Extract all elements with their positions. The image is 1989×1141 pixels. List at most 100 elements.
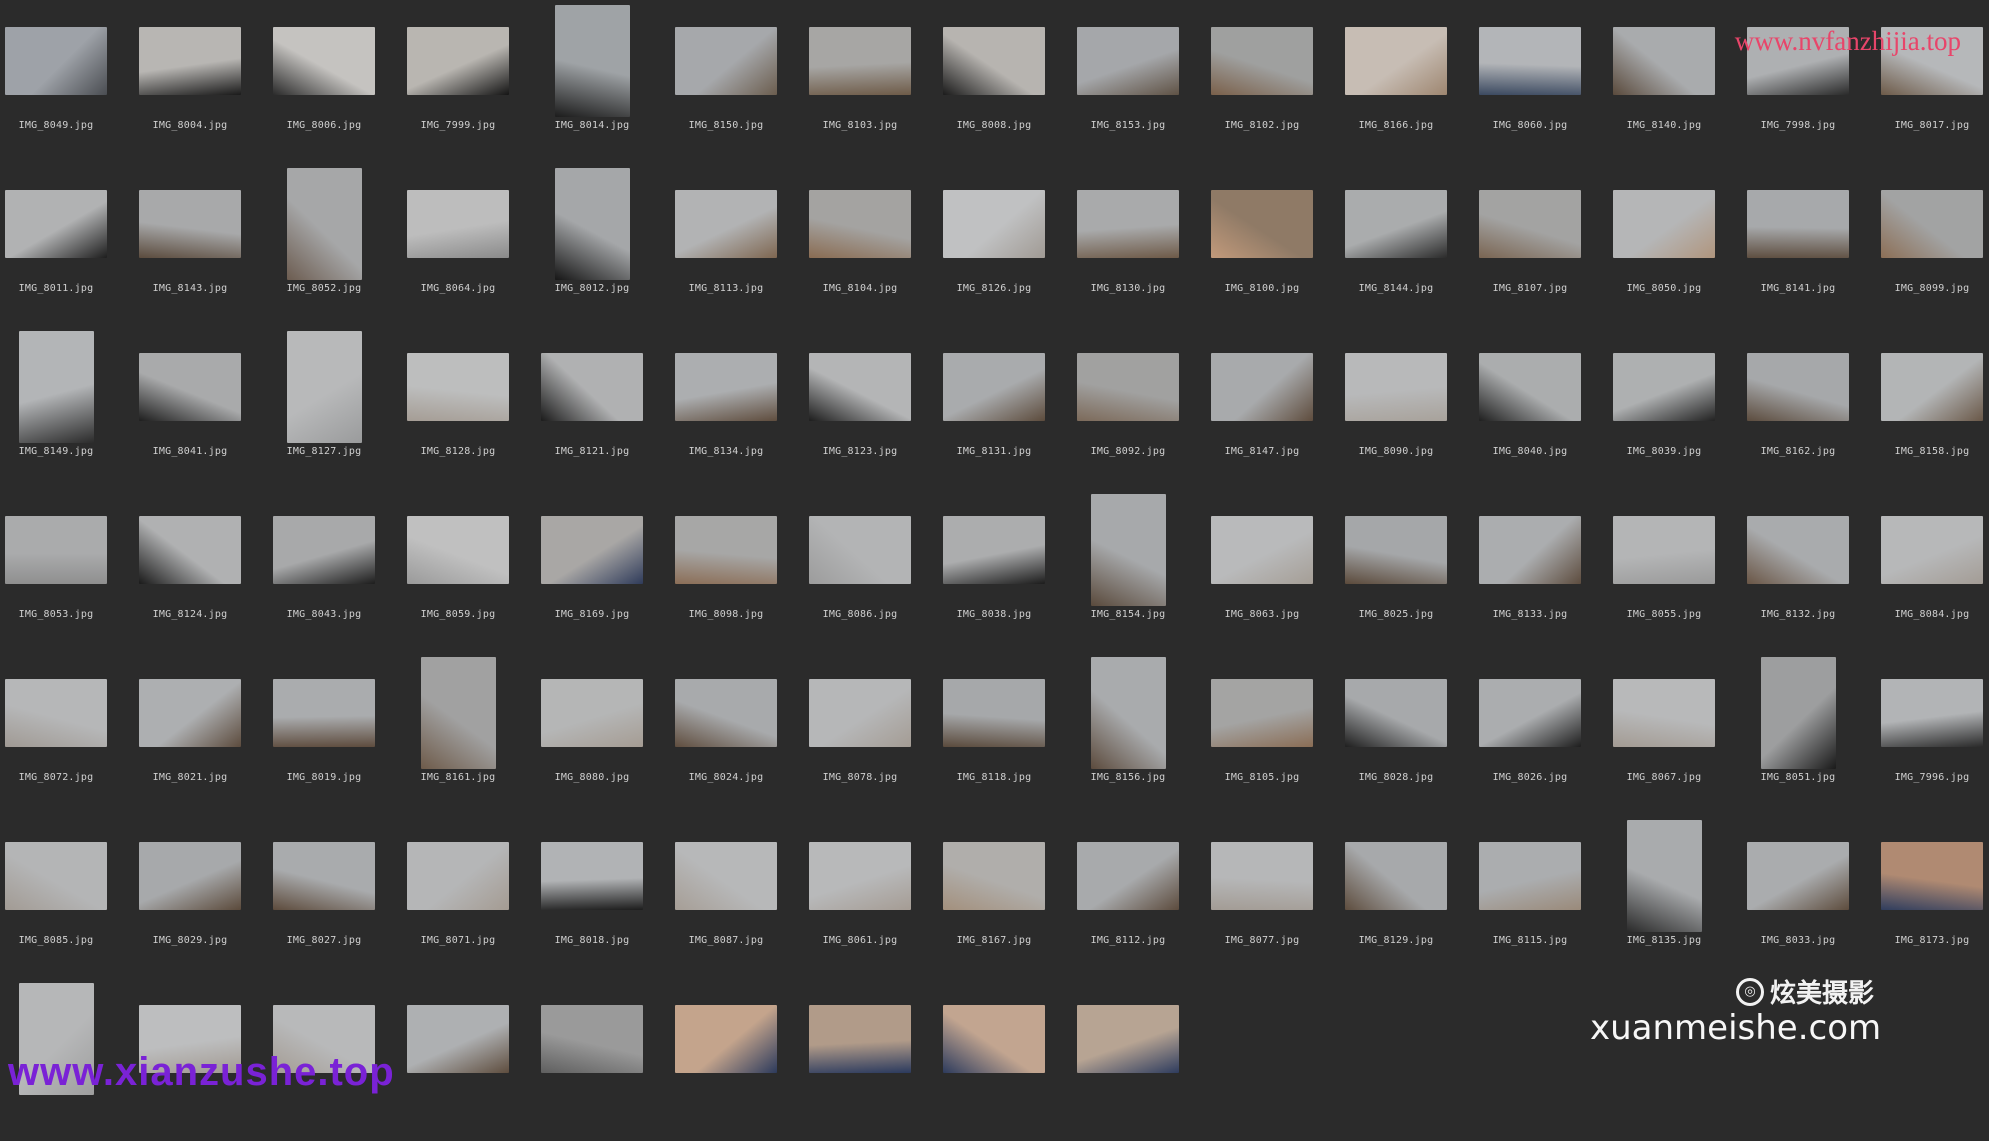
image-thumbnail[interactable]	[675, 189, 777, 258]
image-thumbnail[interactable]	[554, 167, 630, 280]
file-item[interactable]: IMG_8063.jpg	[1206, 489, 1340, 652]
image-thumbnail[interactable]	[273, 515, 375, 584]
image-thumbnail[interactable]	[1613, 515, 1715, 584]
image-thumbnail[interactable]	[286, 167, 362, 280]
image-thumbnail[interactable]	[809, 678, 911, 747]
image-thumbnail[interactable]	[1077, 1004, 1179, 1073]
image-thumbnail[interactable]	[139, 515, 241, 584]
image-thumbnail[interactable]	[18, 330, 94, 443]
image-thumbnail[interactable]	[1211, 26, 1313, 95]
image-thumbnail[interactable]	[675, 841, 777, 910]
image-thumbnail[interactable]	[943, 841, 1045, 910]
file-item[interactable]: IMG_8150.jpg	[670, 0, 804, 163]
file-item[interactable]: IMG_8147.jpg	[1206, 326, 1340, 489]
file-item[interactable]: IMG_8021.jpg	[134, 652, 268, 815]
image-thumbnail[interactable]	[1881, 841, 1983, 910]
image-thumbnail[interactable]	[1077, 352, 1179, 421]
image-thumbnail[interactable]	[675, 26, 777, 95]
image-thumbnail[interactable]	[809, 26, 911, 95]
file-item[interactable]: IMG_8098.jpg	[670, 489, 804, 652]
image-thumbnail[interactable]	[1747, 841, 1849, 910]
file-item[interactable]: IMG_8135.jpg	[1608, 815, 1742, 978]
image-thumbnail[interactable]	[1077, 189, 1179, 258]
image-thumbnail[interactable]	[1345, 678, 1447, 747]
file-item[interactable]: IMG_8144.jpg	[1340, 163, 1474, 326]
file-item[interactable]: IMG_8019.jpg	[268, 652, 402, 815]
image-thumbnail[interactable]	[1613, 26, 1715, 95]
file-item[interactable]: IMG_8162.jpg	[1742, 326, 1876, 489]
file-item[interactable]: IMG_8072.jpg	[0, 652, 134, 815]
file-item[interactable]: IMG_8004.jpg	[134, 0, 268, 163]
file-item[interactable]: IMG_8092.jpg	[1072, 326, 1206, 489]
file-item[interactable]: IMG_8107.jpg	[1474, 163, 1608, 326]
file-item[interactable]: IMG_8154.jpg	[1072, 489, 1206, 652]
file-item[interactable]: IMG_8025.jpg	[1340, 489, 1474, 652]
file-item[interactable]: IMG_8130.jpg	[1072, 163, 1206, 326]
file-item[interactable]: IMG_8064.jpg	[402, 163, 536, 326]
file-item[interactable]: IMG_8043.jpg	[268, 489, 402, 652]
file-item[interactable]: IMG_7999.jpg	[402, 0, 536, 163]
image-thumbnail[interactable]	[1479, 515, 1581, 584]
image-thumbnail[interactable]	[675, 352, 777, 421]
file-item[interactable]: IMG_8017.jpg	[1876, 0, 1989, 163]
file-item[interactable]	[670, 978, 804, 1141]
file-item[interactable]: IMG_8080.jpg	[536, 652, 670, 815]
image-thumbnail[interactable]	[1747, 352, 1849, 421]
file-item[interactable]: IMG_8014.jpg	[536, 0, 670, 163]
file-item[interactable]: IMG_8153.jpg	[1072, 0, 1206, 163]
image-thumbnail[interactable]	[1345, 26, 1447, 95]
file-item[interactable]: IMG_8008.jpg	[938, 0, 1072, 163]
file-item[interactable]	[536, 978, 670, 1141]
file-item[interactable]: IMG_8060.jpg	[1474, 0, 1608, 163]
file-item[interactable]: IMG_8134.jpg	[670, 326, 804, 489]
image-thumbnail[interactable]	[5, 841, 107, 910]
file-item[interactable]: IMG_8028.jpg	[1340, 652, 1474, 815]
image-thumbnail[interactable]	[1760, 656, 1836, 769]
file-item[interactable]: IMG_8129.jpg	[1340, 815, 1474, 978]
file-item[interactable]: IMG_8061.jpg	[804, 815, 938, 978]
file-item[interactable]: IMG_8018.jpg	[536, 815, 670, 978]
image-thumbnail[interactable]	[1090, 493, 1166, 606]
file-item[interactable]: IMG_8055.jpg	[1608, 489, 1742, 652]
image-thumbnail[interactable]	[1345, 515, 1447, 584]
file-item[interactable]: IMG_8156.jpg	[1072, 652, 1206, 815]
file-item[interactable]: IMG_8161.jpg	[402, 652, 536, 815]
image-thumbnail[interactable]	[139, 189, 241, 258]
file-item[interactable]: IMG_8127.jpg	[268, 326, 402, 489]
image-thumbnail[interactable]	[675, 515, 777, 584]
file-item[interactable]	[938, 978, 1072, 1141]
image-thumbnail[interactable]	[541, 515, 643, 584]
file-item[interactable]: IMG_8167.jpg	[938, 815, 1072, 978]
image-thumbnail[interactable]	[1345, 189, 1447, 258]
image-thumbnail[interactable]	[273, 841, 375, 910]
image-thumbnail[interactable]	[1345, 841, 1447, 910]
file-item[interactable]: IMG_8123.jpg	[804, 326, 938, 489]
file-item[interactable]: IMG_8053.jpg	[0, 489, 134, 652]
image-thumbnail[interactable]	[407, 26, 509, 95]
image-thumbnail[interactable]	[273, 678, 375, 747]
file-item[interactable]: IMG_8006.jpg	[268, 0, 402, 163]
file-item[interactable]: IMG_8026.jpg	[1474, 652, 1608, 815]
image-thumbnail[interactable]	[1881, 678, 1983, 747]
image-thumbnail[interactable]	[1211, 189, 1313, 258]
image-thumbnail[interactable]	[675, 678, 777, 747]
image-thumbnail[interactable]	[5, 515, 107, 584]
image-thumbnail[interactable]	[943, 1004, 1045, 1073]
image-thumbnail[interactable]	[809, 189, 911, 258]
file-item[interactable]: IMG_8173.jpg	[1876, 815, 1989, 978]
file-item[interactable]: IMG_8128.jpg	[402, 326, 536, 489]
file-item[interactable]: IMG_8078.jpg	[804, 652, 938, 815]
file-item[interactable]: IMG_8115.jpg	[1474, 815, 1608, 978]
image-thumbnail[interactable]	[675, 1004, 777, 1073]
file-item[interactable]: IMG_8051.jpg	[1742, 652, 1876, 815]
file-item[interactable]: IMG_8049.jpg	[0, 0, 134, 163]
image-thumbnail[interactable]	[139, 678, 241, 747]
file-item[interactable]: IMG_8113.jpg	[670, 163, 804, 326]
file-item[interactable]: IMG_8126.jpg	[938, 163, 1072, 326]
image-thumbnail[interactable]	[1626, 819, 1702, 932]
image-thumbnail[interactable]	[943, 515, 1045, 584]
image-thumbnail[interactable]	[943, 352, 1045, 421]
file-item[interactable]: IMG_8133.jpg	[1474, 489, 1608, 652]
image-thumbnail[interactable]	[1077, 841, 1179, 910]
file-item[interactable]: IMG_8099.jpg	[1876, 163, 1989, 326]
